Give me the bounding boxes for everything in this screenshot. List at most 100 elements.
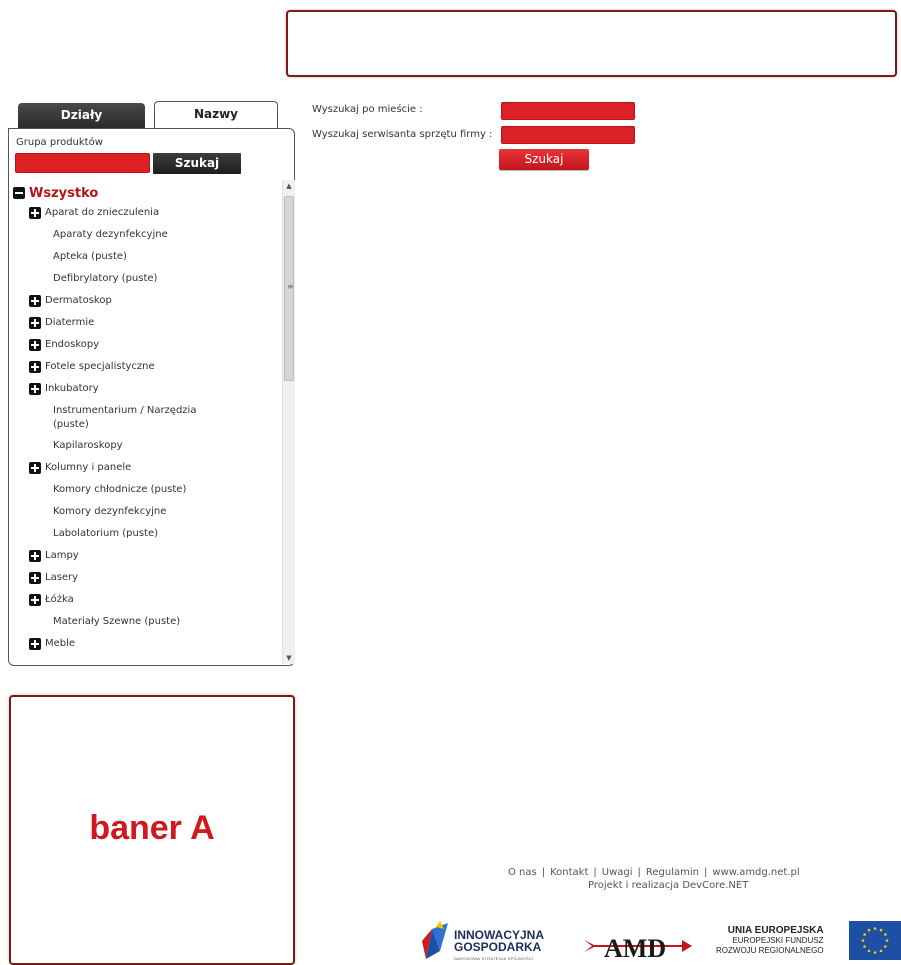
category-tree: Wszystko Aparat do znieczulenia Aparaty d…	[9, 180, 281, 663]
minus-icon[interactable]	[13, 187, 25, 199]
ig-small: NARODOWA STRATEGIA SPÓJNOŚCI	[454, 956, 534, 961]
tree-item[interactable]: Aparat do znieczulenia	[29, 206, 159, 220]
tree-item-label: Kolumny i panele	[45, 462, 132, 473]
tree-item[interactable]: Instrumentarium / Narzędzia (puste)	[53, 404, 223, 432]
tree-item[interactable]: Inkubatory	[29, 382, 99, 396]
tree-item-label: Aparaty dezynfekcyjne	[53, 229, 168, 240]
tree-item-label: Endoskopy	[45, 339, 100, 350]
tree-item[interactable]: Kapilaroskopy	[53, 439, 123, 453]
plus-icon[interactable]	[29, 550, 41, 562]
tree-item-label: Apteka (puste)	[53, 251, 127, 262]
eu-star	[867, 949, 871, 953]
plus-icon[interactable]	[29, 572, 41, 584]
group-search-input[interactable]	[15, 153, 150, 173]
plus-icon[interactable]	[29, 361, 41, 373]
eu-star	[867, 928, 871, 932]
tree-root[interactable]: Wszystko	[13, 183, 98, 203]
plus-icon[interactable]	[29, 594, 41, 606]
city-search-label: Wyszukaj po mieście :	[312, 104, 423, 115]
ue-line1: UNIA EUROPEJSKA	[727, 925, 824, 936]
tree-item-label: Lampy	[45, 550, 79, 561]
tree-item-label: Meble	[45, 638, 76, 649]
tree-item[interactable]: Diatermie	[29, 316, 94, 330]
tree-item-label: Kapilaroskopy	[53, 440, 123, 451]
amdg-logo: AMD	[584, 934, 692, 960]
footer-credit[interactable]: Projekt i realizacja DevCore.NET	[588, 880, 748, 891]
company-search-label: Wyszukaj serwisanta sprzętu firmy :	[312, 129, 493, 140]
tab-dzialy[interactable]: Działy	[18, 103, 145, 129]
tree-item-label: Instrumentarium / Narzędzia (puste)	[53, 405, 197, 430]
category-panel: Grupa produktów Szukaj Wszystko Aparat d…	[8, 128, 295, 666]
tree-item[interactable]: Materiały Szewne (puste)	[53, 615, 180, 629]
innowacyjna-gospodarka-logo: INNOWACYJNA GOSPODARKA NARODOWA STRATEGI…	[418, 921, 544, 965]
eu-star	[863, 945, 866, 948]
tree-item-label: Inkubatory	[45, 383, 99, 394]
tree-root-label: Wszystko	[29, 185, 99, 201]
eu-flag-icon	[849, 921, 901, 960]
scroll-up-arrow-icon[interactable]: ▲	[283, 180, 295, 192]
eu-star	[884, 933, 887, 936]
eu-star	[885, 939, 889, 942]
tree-item[interactable]: Meble	[29, 637, 75, 651]
tree-item-label: Komory chłodnicze (puste)	[53, 484, 187, 495]
footer-link-website[interactable]: www.amdg.net.pl	[712, 867, 799, 878]
plus-icon[interactable]	[29, 339, 41, 351]
ig-line2: GOSPODARKA	[454, 940, 542, 954]
banner-a[interactable]: baner A	[9, 695, 295, 965]
tree-item[interactable]: Komory dezynfekcyjne	[53, 505, 166, 519]
ue-line3: ROZWOJU REGIONALNEGO	[716, 946, 824, 955]
footer-link-terms[interactable]: Regulamin	[646, 867, 699, 878]
group-label: Grupa produktów	[16, 137, 103, 148]
tree-item[interactable]: Aparaty dezynfekcyjne	[53, 228, 168, 242]
eu-star	[873, 927, 877, 930]
tree-scrollbar[interactable]: ▲ ≡ ▼	[282, 180, 295, 664]
plus-icon[interactable]	[29, 207, 41, 219]
grip-icon: ≡	[287, 282, 294, 291]
tree-item-label: Fotele specjalistyczne	[45, 361, 155, 372]
tree-item[interactable]: Łóżka	[29, 593, 74, 607]
banner-a-text: baner A	[89, 809, 215, 847]
tab-nazwy[interactable]: Nazwy	[154, 101, 278, 128]
scroll-thumb[interactable]: ≡	[284, 196, 294, 381]
search-button[interactable]: Szukaj	[499, 149, 589, 170]
tree-item[interactable]: Dermatoskop	[29, 294, 112, 308]
tree-item[interactable]: Labolatorium (puste)	[53, 527, 158, 541]
eu-logo-text: UNIA EUROPEJSKA EUROPEJSKI FUNDUSZ ROZWO…	[716, 926, 824, 956]
tree-item[interactable]: Endoskopy	[29, 338, 99, 352]
footer-link-remarks[interactable]: Uwagi	[602, 867, 633, 878]
plus-icon[interactable]	[29, 462, 41, 474]
company-search-input[interactable]	[501, 126, 635, 144]
tree-item[interactable]: Lampy	[29, 549, 79, 563]
tree-item-label: Dermatoskop	[45, 295, 112, 306]
plus-icon[interactable]	[29, 638, 41, 650]
ig-star-icon	[422, 921, 448, 959]
tree-item-label: Labolatorium (puste)	[53, 528, 159, 539]
plus-icon[interactable]	[29, 295, 41, 307]
footer-link-about[interactable]: O nas	[508, 867, 537, 878]
eu-star	[861, 939, 865, 942]
tree-item[interactable]: Defibrylatory (puste)	[53, 272, 157, 286]
eu-star	[863, 933, 866, 936]
plus-icon[interactable]	[29, 317, 41, 329]
city-search-input[interactable]	[501, 102, 635, 120]
tree-item[interactable]: Kolumny i panele	[29, 461, 131, 475]
eu-star	[879, 949, 883, 953]
tree-item[interactable]: Fotele specjalistyczne	[29, 360, 155, 374]
plus-icon[interactable]	[29, 383, 41, 395]
eu-star	[873, 951, 877, 954]
ue-line2: EUROPEJSKI FUNDUSZ	[732, 936, 824, 945]
eu-star	[884, 945, 887, 948]
footer-link-contact[interactable]: Kontakt	[550, 867, 588, 878]
tree-item-label: Diatermie	[45, 317, 95, 328]
tree-item-label: Łóżka	[45, 594, 74, 605]
tree-item-label: Komory dezynfekcyjne	[53, 506, 167, 517]
tree-item[interactable]: Komory chłodnicze (puste)	[53, 483, 186, 497]
group-search-button[interactable]: Szukaj	[153, 153, 241, 174]
tree-item[interactable]: Apteka (puste)	[53, 250, 127, 264]
tree-item-label: Aparat do znieczulenia	[45, 207, 160, 218]
tree-item-label: Lasery	[45, 572, 79, 583]
scroll-down-arrow-icon[interactable]: ▼	[283, 652, 295, 664]
tree-item[interactable]: Lasery	[29, 571, 78, 585]
tree-item-label: Defibrylatory (puste)	[53, 273, 158, 284]
amdg-logo-text: AMD	[604, 934, 666, 960]
